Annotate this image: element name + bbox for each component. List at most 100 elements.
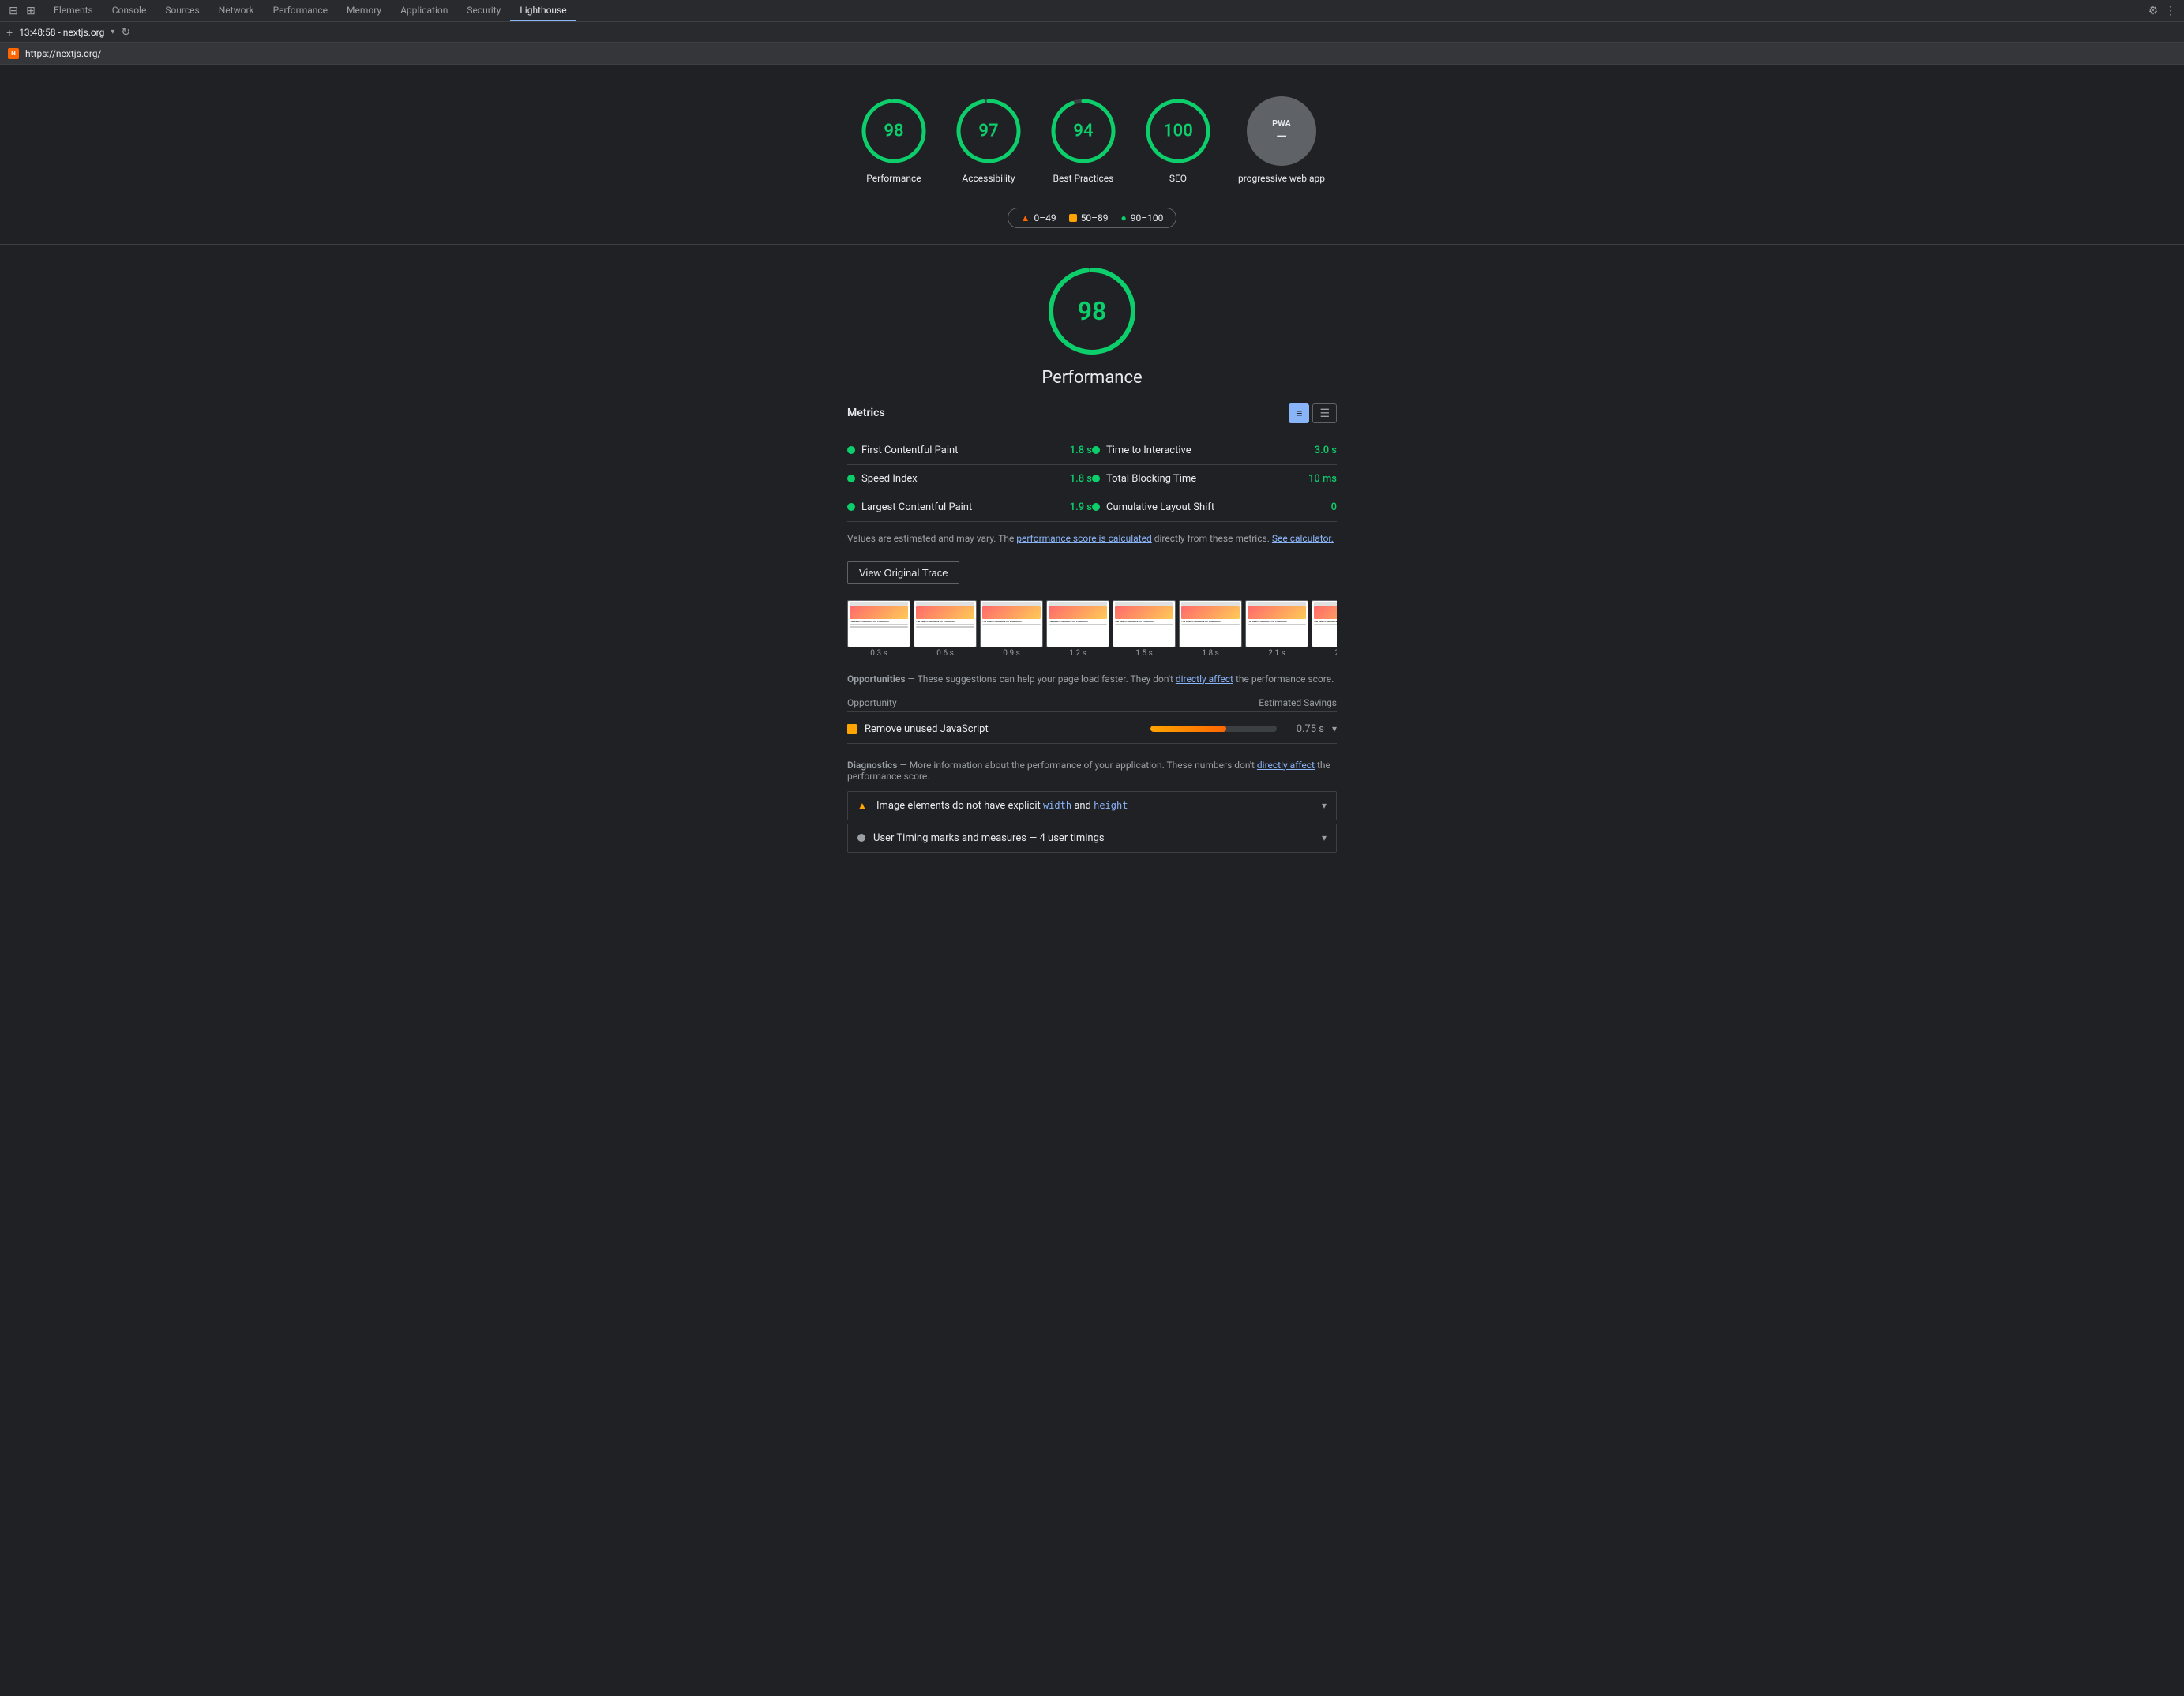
filmstrip-frame-4: The React Framework for Production 1.2 s	[1046, 600, 1109, 658]
legend-good: ● 90–100	[1121, 212, 1164, 223]
opportunity-row-1[interactable]: Remove unused JavaScript 0.75 s ▾	[847, 715, 1337, 744]
tab-application[interactable]: Application	[391, 0, 457, 21]
fp-header-3	[982, 602, 1041, 606]
diag-chevron-1[interactable]: ▾	[1322, 800, 1327, 811]
perf-score-calc-link[interactable]: performance score is calculated	[1016, 533, 1151, 544]
metric-name-cls: Cumulative Layout Shift	[1106, 501, 1325, 513]
tab-security[interactable]: Security	[457, 0, 510, 21]
fp-text-1a	[850, 624, 908, 625]
new-tab-icon[interactable]: +	[6, 26, 13, 39]
filmstrip-page-4: The React Framework for Production	[1047, 601, 1109, 647]
filmstrip-frame-2: The React Framework for Production 0.6 s	[914, 600, 977, 658]
undock-icon[interactable]: ⊞	[24, 4, 38, 18]
fp-text-6a	[1181, 624, 1240, 625]
metrics-col-left: First Contentful Paint 1.8 s Speed Index…	[847, 437, 1092, 522]
see-calculator-link[interactable]: See calculator.	[1272, 533, 1334, 544]
tab-lighthouse[interactable]: Lighthouse	[510, 0, 576, 21]
scores-summary: 98 Performance 97 Accessibility 94	[0, 81, 2184, 201]
diag-name-2: User Timing marks and measures — 4 user …	[873, 832, 1314, 844]
tab-network[interactable]: Network	[209, 0, 264, 21]
filmstrip-frame-3: The React Framework for Production 0.9 s	[980, 600, 1043, 658]
filmstrip-thumb-3: The React Framework for Production	[980, 600, 1043, 647]
metric-dot-lcp	[847, 503, 855, 511]
tab-performance[interactable]: Performance	[264, 0, 337, 21]
session-title: 13:48:58 - nextjs.org	[19, 27, 104, 38]
opp-bar-1	[1150, 726, 1277, 732]
filmstrip-label-2: 0.6 s	[914, 649, 977, 658]
filmstrip-frame-1: The React Framework for Production 0.3 s	[847, 600, 910, 658]
pwa-dash: —	[1276, 130, 1287, 144]
metric-name-fcp: First Contentful Paint	[861, 445, 1064, 456]
diagnostic-row-2[interactable]: User Timing marks and measures — 4 user …	[847, 824, 1337, 853]
metric-value-lcp: 1.9 s	[1070, 501, 1092, 513]
fp-text-1b	[850, 626, 908, 628]
metric-name-lcp: Largest Contentful Paint	[861, 501, 1064, 513]
metric-dot-tbt	[1092, 475, 1100, 482]
settings-icon[interactable]: ⚙	[2146, 4, 2160, 18]
directly-affect-link-diag[interactable]: directly affect	[1257, 760, 1315, 771]
performance-section: 98 Performance Metrics ≡ ☰ First Content…	[831, 245, 1353, 875]
filmstrip-thumb-8: The React Framework for Production	[1312, 600, 1337, 647]
warn-icon-1: ▲	[857, 800, 869, 811]
score-label-best-practices: Best Practices	[1053, 172, 1114, 186]
opp-chevron-1[interactable]: ▾	[1332, 723, 1337, 734]
url-text: https://nextjs.org/	[25, 48, 101, 59]
filmstrip-frame-8: The React Framework for Production 2.4 s	[1312, 600, 1337, 658]
filmstrip-page-7: The React Framework for Production	[1246, 601, 1308, 647]
metric-value-tbt: 10 ms	[1308, 473, 1337, 485]
legend-average-label: 50–89	[1081, 212, 1109, 223]
metrics-header: Metrics ≡ ☰	[847, 403, 1337, 430]
score-value-seo: 100	[1163, 122, 1193, 141]
opp-savings-1: 0.75 s	[1285, 723, 1324, 735]
dock-icon[interactable]: ⊟	[6, 4, 21, 18]
reload-icon[interactable]: ↻	[121, 25, 130, 39]
session-bar: + 13:48:58 - nextjs.org ▾ ↻	[0, 22, 2184, 43]
devtools-right-controls: ⚙ ⋮	[2146, 4, 2178, 18]
session-chevron-icon[interactable]: ▾	[111, 28, 114, 36]
filmstrip-thumb-5: The React Framework for Production	[1113, 600, 1176, 647]
legend-average-icon	[1069, 214, 1077, 222]
metrics-grid: First Contentful Paint 1.8 s Speed Index…	[847, 437, 1337, 522]
filmstrip-frame-6: The React Framework for Production 1.8 s	[1179, 600, 1242, 658]
score-circle-accessibility: 97	[954, 96, 1023, 166]
filmstrip-thumb-7: The React Framework for Production	[1245, 600, 1308, 647]
metric-name-tti: Time to Interactive	[1106, 445, 1308, 456]
tab-elements[interactable]: Elements	[44, 0, 103, 21]
toggle-list[interactable]: ☰	[1312, 403, 1337, 423]
tab-sources[interactable]: Sources	[156, 0, 208, 21]
metric-tti: Time to Interactive 3.0 s	[1092, 437, 1337, 465]
score-label-performance: Performance	[866, 172, 921, 186]
legend-box: ▲ 0–49 50–89 ● 90–100	[1008, 208, 1177, 228]
legend-fail-label: 0–49	[1034, 212, 1056, 223]
performance-title: Performance	[1041, 368, 1142, 388]
diag-chevron-2[interactable]: ▾	[1322, 832, 1327, 843]
metric-fcp: First Contentful Paint 1.8 s	[847, 437, 1092, 465]
tab-console[interactable]: Console	[103, 0, 156, 21]
legend-fail: ▲ 0–49	[1021, 212, 1056, 223]
diagnostics-section: Diagnostics — More information about the…	[847, 760, 1337, 853]
filmstrip-label-4: 1.2 s	[1046, 649, 1109, 658]
pwa-circle: PWA —	[1247, 96, 1316, 166]
legend-fail-icon: ▲	[1021, 212, 1030, 223]
filmstrip-thumb-2: The React Framework for Production	[914, 600, 977, 647]
filmstrip-page-3: The React Framework for Production	[981, 601, 1042, 647]
fp-text-3a	[982, 624, 1041, 625]
filmstrip-label-8: 2.4 s	[1312, 649, 1337, 658]
devtools-topbar: ⊟ ⊞ Elements Console Sources Network Per…	[0, 0, 2184, 22]
filmstrip-label-7: 2.1 s	[1245, 649, 1308, 658]
fp-hero-8	[1314, 606, 1337, 619]
directly-affect-link-opps[interactable]: directly affect	[1176, 674, 1233, 685]
view-trace-button[interactable]: View Original Trace	[847, 561, 959, 584]
tab-memory[interactable]: Memory	[337, 0, 391, 21]
more-icon[interactable]: ⋮	[2163, 4, 2178, 18]
devtools-window-controls: ⊟ ⊞	[6, 4, 38, 18]
info-icon-2	[857, 834, 865, 842]
toggle-treemap[interactable]: ≡	[1289, 403, 1309, 423]
large-score-number: 98	[1078, 296, 1107, 326]
diagnostic-row-1[interactable]: ▲ Image elements do not have explicit wi…	[847, 791, 1337, 820]
code-width: width	[1043, 800, 1071, 811]
filmstrip-page-6: The React Framework for Production	[1180, 601, 1241, 647]
fp-header-1	[850, 602, 908, 606]
filmstrip-thumb-6: The React Framework for Production	[1179, 600, 1242, 647]
filmstrip-label-1: 0.3 s	[847, 649, 910, 658]
